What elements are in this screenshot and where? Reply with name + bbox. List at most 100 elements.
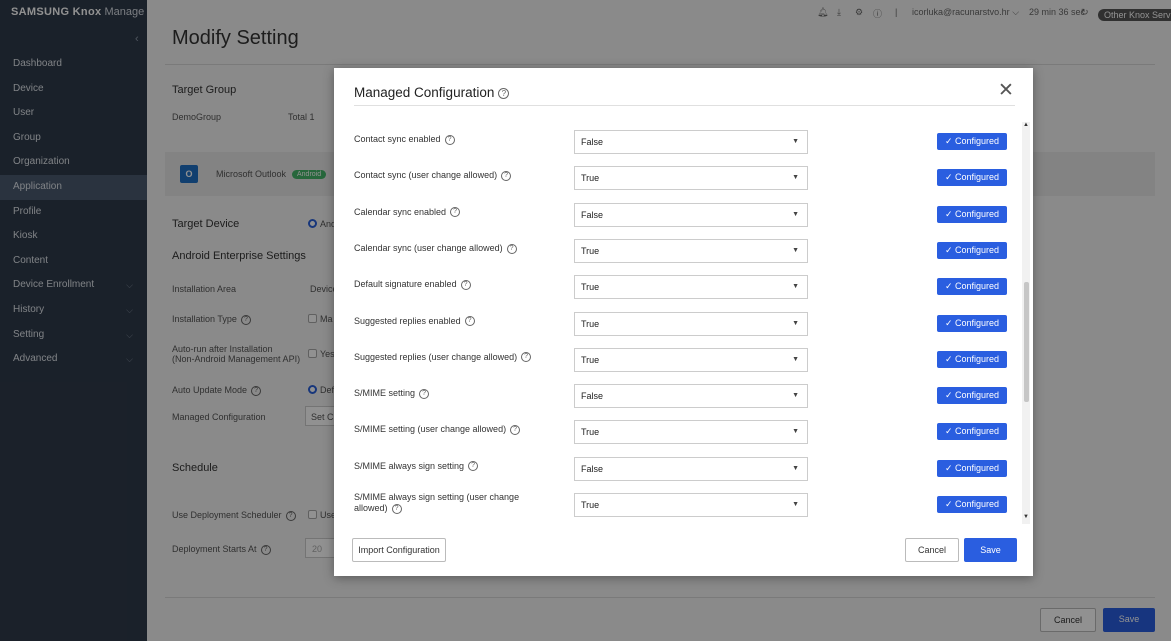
config-row: Contact sync enabled? False ▼ ✓ Configure… — [354, 126, 1014, 162]
config-value: True — [581, 427, 600, 438]
config-label: Calendar sync (user change allowed)? — [354, 243, 559, 254]
config-row: S/MIME always sign setting? False ▼ ✓ Con… — [354, 453, 1014, 489]
config-label-text: Calendar sync enabled — [354, 206, 447, 217]
help-icon[interactable]: ? — [391, 503, 402, 514]
help-icon[interactable]: ? — [419, 388, 430, 399]
caret-down-icon: ▼ — [792, 501, 799, 508]
config-label-text: Suggested replies enabled — [354, 315, 461, 326]
scroll-up-arrow-icon[interactable]: ▲ — [1023, 122, 1029, 128]
config-row: Calendar sync enabled? False ▼ ✓ Configur… — [354, 199, 1014, 235]
config-value-select[interactable]: False ▼ — [574, 130, 808, 154]
config-value: False — [581, 137, 604, 147]
config-value: True — [581, 173, 600, 184]
save-button[interactable]: Save — [964, 538, 1017, 562]
configured-button[interactable]: ✓ Configured — [937, 169, 1007, 187]
config-value: True — [581, 354, 600, 365]
config-label: Default signature enabled? — [354, 279, 559, 290]
configured-button[interactable]: ✓ Configured — [937, 205, 1007, 223]
config-value-select[interactable]: True ▼ — [574, 275, 808, 300]
configured-button[interactable]: ✓ Configured — [937, 314, 1007, 332]
help-icon[interactable]: ? — [521, 352, 532, 363]
configured-button[interactable]: ✓ Configured — [937, 387, 1007, 405]
close-icon[interactable]: ✕ — [998, 81, 1014, 101]
scrollbar-thumb[interactable] — [1024, 282, 1029, 402]
config-row: Contact sync (user change allowed)? True… — [354, 162, 1014, 198]
configured-button[interactable]: ✓ Configured — [937, 350, 1007, 368]
config-value-select[interactable]: True ▼ — [574, 311, 808, 336]
config-value-select[interactable]: False ▼ — [574, 384, 808, 409]
config-row: Default signature enabled? True ▼ ✓ Confi… — [354, 271, 1014, 307]
help-icon[interactable]: ? — [498, 87, 510, 99]
config-row: Suggested replies (user change allowed)?… — [354, 344, 1014, 380]
config-label: S/MIME always sign setting? — [354, 461, 559, 472]
caret-down-icon: ▼ — [792, 392, 799, 400]
config-label-text: S/MIME always sign setting (user change … — [354, 492, 520, 513]
cancel-button[interactable]: Cancel — [905, 538, 959, 562]
config-label: Suggested replies (user change allowed)? — [354, 352, 559, 363]
help-icon[interactable]: ? — [510, 425, 521, 436]
config-label: S/MIME setting (user change allowed)? — [354, 424, 559, 436]
config-label-text: Contact sync (user change allowed) — [354, 170, 498, 181]
configured-button[interactable]: ✓ Configured — [937, 278, 1007, 296]
config-label: S/MIME setting? — [354, 388, 559, 399]
help-icon[interactable]: ? — [444, 134, 455, 145]
config-label-text: Contact sync enabled — [354, 134, 441, 144]
config-label: Contact sync enabled? — [354, 134, 559, 145]
help-icon[interactable]: ? — [450, 207, 461, 218]
config-value: False — [581, 209, 604, 220]
help-icon[interactable]: ? — [506, 243, 517, 254]
config-value: False — [581, 391, 604, 402]
caret-down-icon: ▼ — [792, 319, 799, 327]
help-icon[interactable]: ? — [501, 170, 512, 181]
caret-down-icon: ▼ — [792, 428, 799, 436]
config-label-text: S/MIME always sign setting — [354, 460, 465, 471]
config-row: S/MIME setting? False ▼ ✓ Configured — [354, 380, 1014, 416]
config-label: S/MIME always sign setting (user change … — [354, 492, 544, 514]
caret-down-icon: ▼ — [792, 355, 799, 363]
managed-configuration-dialog: Managed Configuration? ✕ Contact sync en… — [334, 68, 1033, 576]
config-row: Calendar sync (user change allowed)? Tru… — [354, 235, 1014, 271]
help-icon[interactable]: ? — [464, 316, 475, 327]
config-value-select[interactable]: False ▼ — [574, 202, 808, 227]
config-row: Suggested replies enabled? True ▼ ✓ Confi… — [354, 308, 1014, 344]
caret-down-icon: ▼ — [792, 210, 799, 218]
config-label-text: S/MIME setting (user change allowed) — [354, 424, 507, 435]
config-label-text: Suggested replies (user change allowed) — [354, 351, 518, 362]
import-configuration-button[interactable]: Import Configuration — [352, 538, 446, 562]
configured-button[interactable]: ✓ Configured — [937, 496, 1007, 513]
configured-button[interactable]: ✓ Configured — [937, 133, 1007, 150]
help-icon[interactable]: ? — [460, 279, 471, 290]
config-label-text: Default signature enabled — [354, 279, 457, 290]
config-value-select[interactable]: True ▼ — [574, 166, 808, 191]
caret-down-icon: ▼ — [792, 174, 799, 182]
config-label: Contact sync (user change allowed)? — [354, 170, 559, 181]
divider — [354, 105, 1015, 106]
configured-button[interactable]: ✓ Configured — [937, 241, 1007, 259]
dialog-title-text: Managed Configuration — [354, 85, 495, 100]
config-value-select[interactable]: True ▼ — [574, 238, 808, 263]
config-value: True — [581, 318, 600, 329]
caret-down-icon: ▼ — [792, 464, 799, 472]
config-value: True — [581, 282, 600, 293]
dialog-title: Managed Configuration? — [354, 85, 510, 100]
scroll-down-arrow-icon[interactable]: ▼ — [1023, 514, 1029, 520]
config-value-select[interactable]: True ▼ — [574, 347, 808, 372]
config-value-select[interactable]: True ▼ — [574, 420, 808, 445]
config-label: Suggested replies enabled? — [354, 316, 559, 327]
help-icon[interactable]: ? — [468, 461, 479, 472]
config-label: Calendar sync enabled? — [354, 207, 559, 218]
caret-down-icon: ▼ — [792, 283, 799, 291]
config-label-text: S/MIME setting — [354, 388, 416, 399]
config-value: True — [581, 500, 600, 510]
config-value-select[interactable]: True ▼ — [574, 493, 808, 517]
config-row: S/MIME always sign setting (user change … — [354, 489, 1014, 525]
configured-button[interactable]: ✓ Configured — [937, 459, 1007, 477]
caret-down-icon: ▼ — [792, 138, 799, 145]
configured-button[interactable]: ✓ Configured — [937, 423, 1007, 441]
config-label-text: Calendar sync (user change allowed) — [354, 242, 503, 253]
config-value: False — [581, 463, 604, 474]
config-value: True — [581, 245, 600, 256]
caret-down-icon: ▼ — [792, 246, 799, 254]
config-row: S/MIME setting (user change allowed)? Tr… — [354, 416, 1014, 452]
config-value-select[interactable]: False ▼ — [574, 456, 808, 481]
